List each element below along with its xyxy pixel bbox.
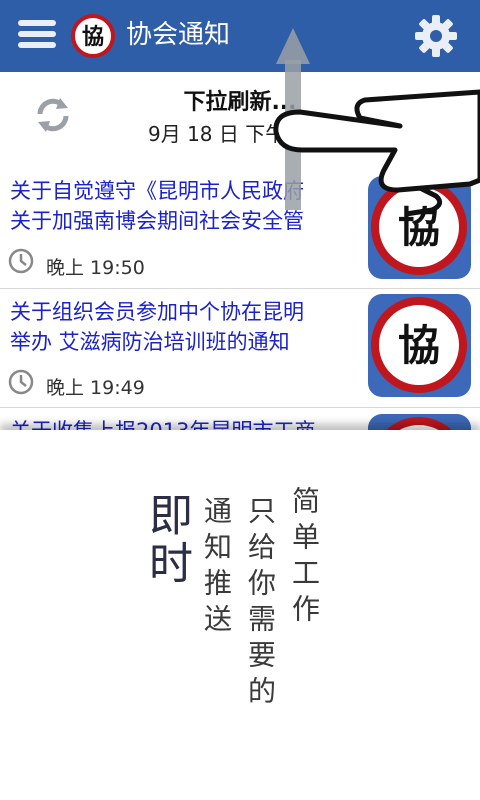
promo-line-4: 简单工作 [288, 486, 321, 630]
refresh-title: 下拉刷新... [183, 90, 297, 115]
app-logo: 協 [70, 13, 116, 59]
list-item[interactable]: 关于自觉遵守《昆明市人民政府 关于加强南博会期间社会安全管 晚上 19:50 協 [0, 168, 480, 288]
logo-char: 協 [82, 24, 104, 50]
item-thumbnail: 協 [368, 294, 471, 397]
notification-list[interactable]: 关于自觉遵守《昆明市人民政府 关于加强南博会期间社会安全管 晚上 19:50 協… [0, 168, 480, 430]
refresh-time: 9月 18 日 下午 [148, 122, 286, 146]
promo-line-1: 即时 [141, 492, 192, 588]
item-time: 晚上 19:50 [46, 257, 145, 279]
promo-line-2: 通知推送 [200, 496, 233, 640]
item-title[interactable]: 关于组织会员参加中个协在昆明 举办 艾滋病防治培训班的通知 [10, 297, 355, 357]
list-item[interactable]: 关于收集上报2013年昆明市工商 協 [0, 408, 480, 430]
gear-icon[interactable] [414, 14, 458, 58]
list-item[interactable]: 关于组织会员参加中个协在昆明 举办 艾滋病防治培训班的通知 晚上 19:49 協 [0, 289, 480, 407]
item-thumbnail: 協 [368, 414, 471, 430]
action-bar: 協 协会通知 [0, 0, 480, 72]
clock-icon [8, 369, 34, 395]
svg-text:協: 協 [398, 321, 440, 370]
menu-icon[interactable] [18, 20, 56, 50]
promo-panel: 简单工作 只给你需要的 通知推送 即时 [0, 430, 480, 800]
item-time: 晚上 19:49 [46, 377, 145, 399]
item-thumbnail: 協 [368, 176, 471, 279]
item-title[interactable]: 关于收集上报2013年昆明市工商 [10, 416, 355, 430]
pull-to-refresh-header: 下拉刷新... 9月 18 日 下午 [0, 72, 480, 168]
page-title: 协会通知 [126, 20, 231, 50]
clock-icon [8, 248, 34, 274]
promo-line-3: 只给你需要的 [244, 496, 277, 712]
item-title[interactable]: 关于自觉遵守《昆明市人民政府 关于加强南博会期间社会安全管 [10, 176, 355, 236]
svg-text:協: 協 [398, 203, 440, 252]
